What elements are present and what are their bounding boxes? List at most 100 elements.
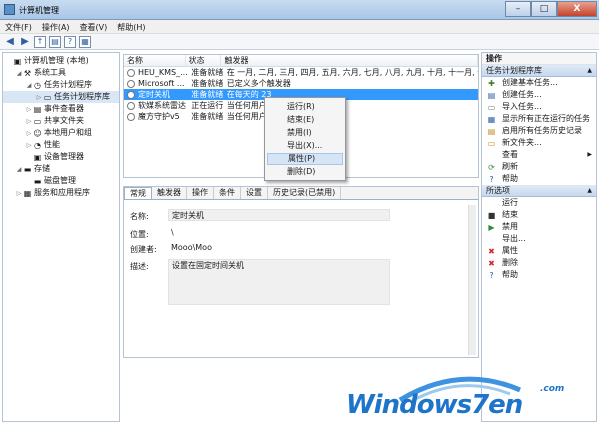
menu-file[interactable]: 文件(F)	[0, 20, 37, 33]
windows7en-watermark-logo: Windows7en .com	[340, 370, 598, 426]
context-menu-item[interactable]: 删除(D)	[267, 166, 343, 178]
context-menu-item[interactable]: 结束(E)	[267, 114, 343, 126]
description-label: 描述:	[130, 262, 149, 271]
action-pane-icon[interactable]: ▦	[79, 35, 91, 48]
action-item[interactable]: ▭ 新文件夹...	[482, 137, 596, 149]
tree-node[interactable]: ▷ ◔ 性能	[3, 139, 119, 151]
name-label: 名称:	[130, 212, 149, 221]
task-status: 正在运行	[191, 101, 224, 110]
properties-icon: ✖	[488, 247, 495, 256]
task-row[interactable]: HEU_KMS_... 准备就绪在 一月, 二月, 三月, 四月, 五月, 六月,…	[124, 67, 478, 78]
description-field[interactable]: 设置在固定时间关机	[168, 259, 390, 305]
end-icon: ■	[487, 211, 496, 220]
tab-5[interactable]: 历史记录(已禁用)	[268, 187, 342, 199]
expand-arrow-icon[interactable]: ▷	[15, 188, 23, 200]
task-trigger: 当任何用户登	[226, 112, 275, 121]
tab-1[interactable]: 触发器	[152, 187, 187, 199]
action-item[interactable]: ✚ 创建基本任务...	[482, 77, 596, 89]
action-label: 结束	[502, 210, 518, 219]
export-icon	[487, 235, 496, 244]
folder-icon: ▭	[43, 93, 52, 102]
users-icon: ☺	[33, 129, 42, 138]
up-folder-icon[interactable]: ↑	[34, 35, 46, 48]
context-menu-item[interactable]: 导出(X)...	[267, 140, 343, 152]
action-item[interactable]: 运行	[482, 197, 596, 209]
task-row[interactable]: Microsoft ... 准备就绪 已定义多个触发器	[124, 78, 478, 89]
help-toolbar-icon[interactable]: ?	[64, 35, 76, 48]
action-item[interactable]: ■ 结束	[482, 209, 596, 221]
maximize-button[interactable]: □	[531, 1, 557, 17]
actions-section-library[interactable]: 任务计划程序库 ▲	[482, 65, 596, 77]
back-arrow-icon[interactable]: ◀	[4, 36, 16, 48]
action-item[interactable]: ✖ 删除	[482, 257, 596, 269]
window-controls: – □ X	[505, 1, 597, 17]
action-item[interactable]: 导出...	[482, 233, 596, 245]
tree-node[interactable]: ▷ ▤ 事件查看器	[3, 103, 119, 115]
tab-3[interactable]: 条件	[214, 187, 241, 199]
tree-node[interactable]: ▬ 磁盘管理	[3, 175, 119, 187]
minimize-button[interactable]: –	[505, 1, 531, 17]
tree-node-label: 本地用户和组	[44, 128, 92, 137]
context-menu-item[interactable]: 属性(P)	[267, 153, 343, 165]
menu-bar: 文件(F) 操作(A) 查看(V) 帮助(H)	[0, 20, 599, 34]
tree-node[interactable]: ◢ ▬ 存储	[3, 163, 119, 175]
action-label: 帮助	[502, 174, 518, 183]
context-menu-item[interactable]: 运行(R)	[267, 101, 343, 113]
actions-title: 操作	[482, 53, 596, 65]
action-label: 属性	[502, 246, 518, 255]
menu-view[interactable]: 查看(V)	[75, 20, 113, 33]
menu-action[interactable]: 操作(A)	[37, 20, 75, 33]
action-item[interactable]: ▭ 导入任务...	[482, 101, 596, 113]
task-clock-icon	[127, 68, 135, 77]
menu-help[interactable]: 帮助(H)	[112, 20, 150, 33]
tree-node[interactable]: ◢ ◷ 任务计划程序	[3, 79, 119, 91]
column-trigger[interactable]: 触发器	[221, 55, 478, 66]
history-icon: ▤	[487, 127, 496, 136]
task-trigger: 在每天的 23	[226, 90, 272, 99]
disable-icon: ▶	[488, 223, 495, 232]
tab-4[interactable]: 设置	[241, 187, 268, 199]
task-clock-icon	[127, 90, 135, 99]
action-item[interactable]: ▦ 显示所有正在运行的任务	[482, 113, 596, 125]
task-trigger: 已定义多个触发器	[226, 79, 291, 88]
tree-node[interactable]: ▣ 计算机管理 (本地)	[3, 55, 119, 67]
toolbar: ◀ ▶ ↑ ▤ ? ▦	[0, 34, 599, 50]
action-item[interactable]: ▤ 启用所有任务历史记录	[482, 125, 596, 137]
action-item[interactable]: ✖ 属性	[482, 245, 596, 257]
shared-folder-icon: ▭	[33, 117, 42, 126]
name-field[interactable]: 定时关机	[168, 209, 390, 221]
action-label: 导入任务...	[502, 102, 542, 111]
tree-node[interactable]: ◢ ⚒ 系统工具	[3, 67, 119, 79]
task-name: Microsoft ...	[137, 79, 185, 88]
tree-node[interactable]: ▷ ▭ 共享文件夹	[3, 115, 119, 127]
view-icon	[487, 151, 496, 160]
action-item[interactable]: ▤ 创建任务...	[482, 89, 596, 101]
column-name[interactable]: 名称	[124, 55, 186, 66]
show-hide-tree-icon[interactable]: ▤	[49, 35, 61, 48]
help-icon: ?	[489, 271, 494, 280]
context-menu-item[interactable]: 禁用(I)	[267, 127, 343, 139]
performance-icon: ◔	[34, 141, 41, 150]
actions-section-selected[interactable]: 所选项 ▲	[482, 185, 596, 197]
tree-node[interactable]: ▷ ▦ 服务和应用程序	[3, 187, 119, 199]
detail-scrollbar[interactable]	[468, 205, 476, 355]
action-item[interactable]: ? 帮助	[482, 269, 596, 281]
tab-0[interactable]: 常规	[124, 187, 152, 199]
task-clock-icon	[127, 112, 135, 121]
column-status[interactable]: 状态	[186, 55, 222, 66]
action-label: 启用所有任务历史记录	[502, 126, 582, 135]
collapse-up-icon[interactable]: ▲	[587, 65, 592, 77]
action-item[interactable]: ▶ 禁用	[482, 221, 596, 233]
close-button[interactable]: X	[557, 1, 597, 17]
collapse-up-icon[interactable]: ▲	[587, 185, 592, 197]
forward-arrow-icon[interactable]: ▶	[19, 36, 31, 48]
tree-node[interactable]: ▷ ☺ 本地用户和组	[3, 127, 119, 139]
tab-2[interactable]: 操作	[187, 187, 214, 199]
action-item[interactable]: ⟳ 刷新	[482, 161, 596, 173]
location-value: \	[171, 228, 174, 237]
tree-node[interactable]: ▷ ▭ 任务计划程序库	[3, 91, 119, 103]
action-item[interactable]: 查看 ▶	[482, 149, 596, 161]
action-item[interactable]: ? 帮助	[482, 173, 596, 185]
watermark-suffix: .com	[540, 384, 565, 394]
tree-node[interactable]: ▣ 设备管理器	[3, 151, 119, 163]
